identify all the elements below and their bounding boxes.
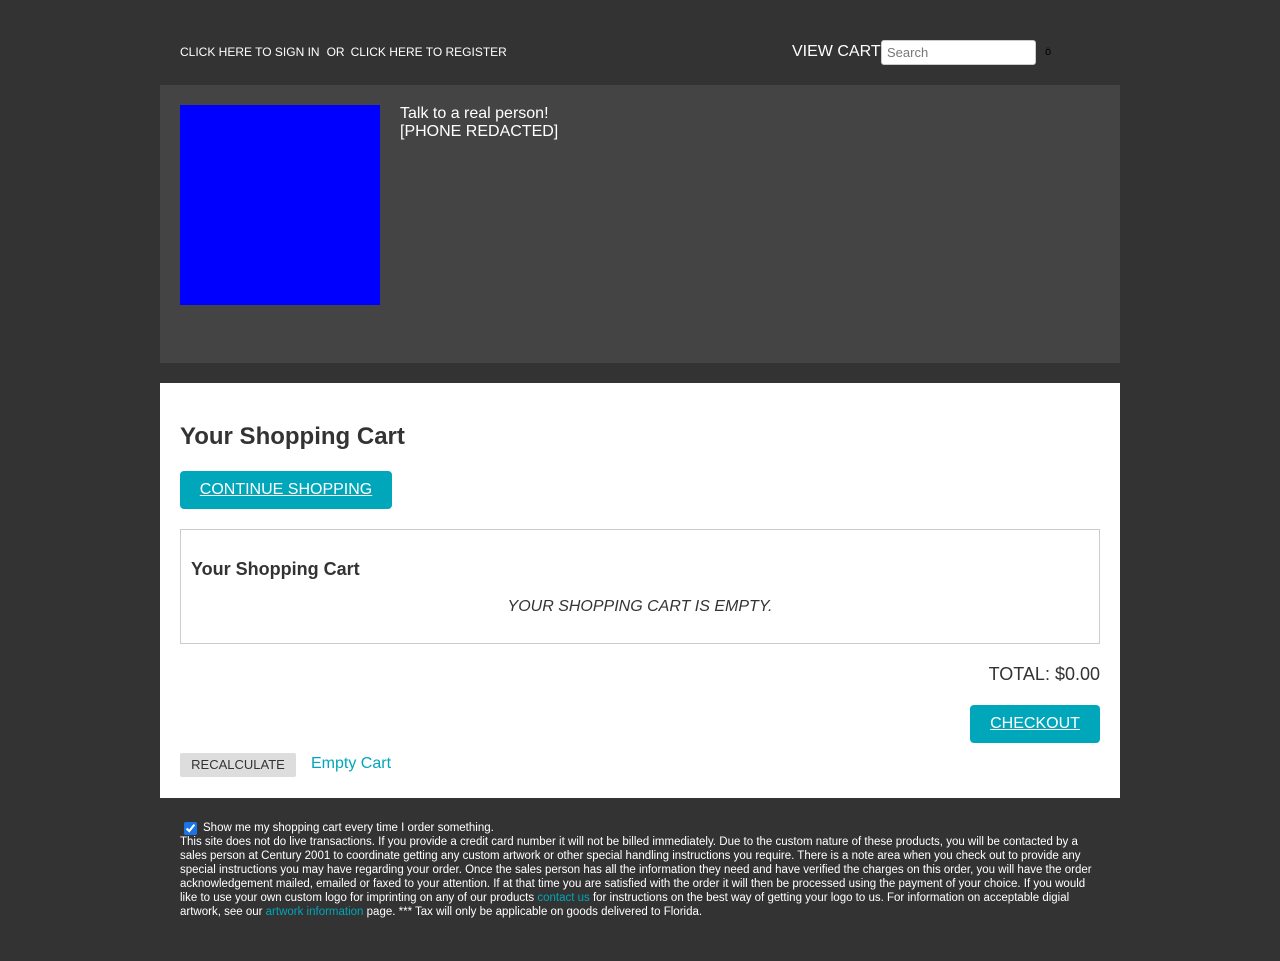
empty-cart-link[interactable]: Empty Cart xyxy=(311,755,391,773)
footer: Show me my shopping cart every time I or… xyxy=(160,798,1120,919)
empty-cart-message: YOUR SHOPPING CART IS EMPTY. xyxy=(507,598,773,615)
artwork-information-link[interactable]: artwork information xyxy=(266,906,364,918)
cart-content: Your Shopping Cart CONTINUE SHOPPING You… xyxy=(160,383,1120,798)
view-cart-link[interactable]: VIEW CART xyxy=(792,43,881,61)
register-link[interactable]: CLICK HERE TO REGISTER xyxy=(351,45,507,59)
cart-total: TOTAL: $0.00 xyxy=(988,664,1100,684)
search-button[interactable]: ö xyxy=(1045,46,1051,58)
contact-info: Talk to a real person! [PHONE REDACTED] xyxy=(400,105,558,141)
account-links: CLICK HERE TO SIGN IN OR CLICK HERE TO REG… xyxy=(180,45,507,59)
cart-items-box: Your Shopping Cart YOUR SHOPPING CART IS… xyxy=(180,529,1100,644)
recalculate-button[interactable]: RECALCULATE xyxy=(180,753,296,777)
contact-phone: [PHONE REDACTED] xyxy=(400,123,559,140)
notice-text-3: page. *** Tax will only be applicable on… xyxy=(363,906,703,918)
or-separator: OR xyxy=(326,45,345,59)
contact-us-link[interactable]: contact us xyxy=(537,892,589,904)
checkout-button[interactable]: CHECKOUT xyxy=(970,705,1100,743)
search-input[interactable] xyxy=(881,40,1036,65)
page-wrapper: CLICK HERE TO SIGN IN OR CLICK HERE TO REG… xyxy=(160,0,1120,919)
page-title: Your Shopping Cart xyxy=(180,423,405,450)
continue-shopping-button[interactable]: CONTINUE SHOPPING xyxy=(180,471,392,509)
top-bar: CLICK HERE TO SIGN IN OR CLICK HERE TO REG… xyxy=(160,0,1120,85)
show-cart-label[interactable]: Show me my shopping cart every time I or… xyxy=(203,821,494,835)
cart-box-title: Your Shopping Cart xyxy=(191,559,360,579)
logo-image[interactable] xyxy=(180,105,380,305)
show-cart-option: Show me my shopping cart every time I or… xyxy=(180,821,1100,835)
contact-tagline: Talk to a real person! xyxy=(400,105,549,122)
show-cart-checkbox[interactable] xyxy=(184,821,197,835)
header-panel: Talk to a real person! [PHONE REDACTED] xyxy=(160,85,1120,363)
sign-in-link[interactable]: CLICK HERE TO SIGN IN xyxy=(180,45,320,59)
order-notice: This site does not do live transactions.… xyxy=(180,835,1100,919)
